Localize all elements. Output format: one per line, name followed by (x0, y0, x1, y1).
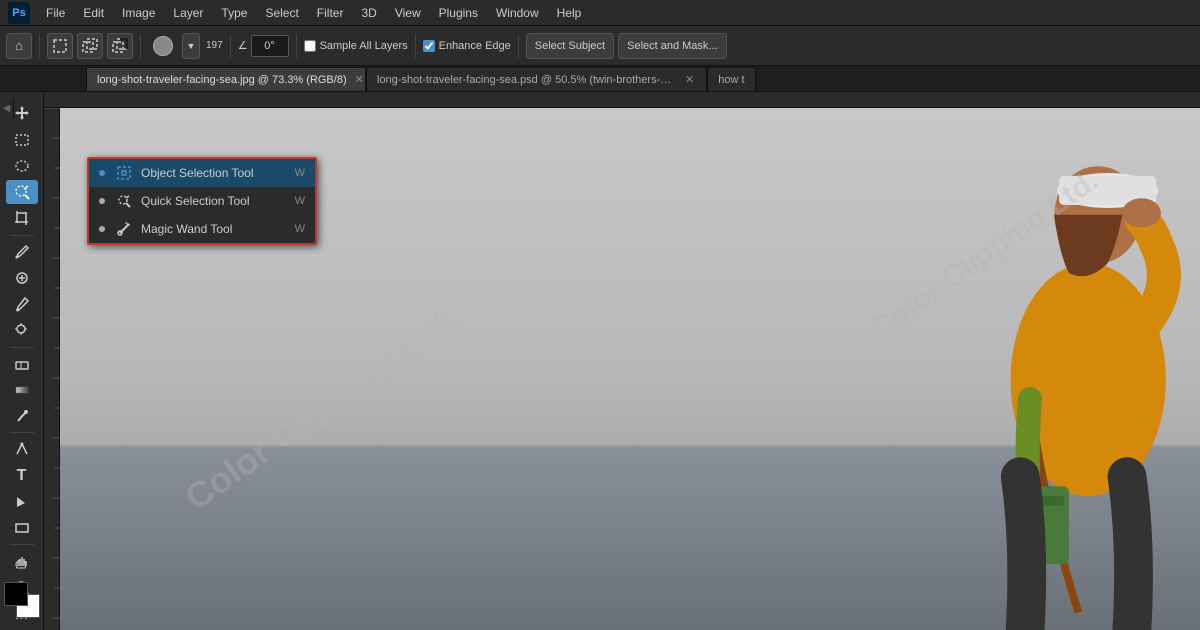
menu-3d[interactable]: 3D (353, 4, 384, 22)
foreground-swatch[interactable] (4, 582, 28, 606)
angle-control: ∠ (238, 35, 289, 57)
brush-size-value: 197 (206, 40, 223, 51)
menu-type[interactable]: Type (213, 4, 255, 22)
tool-sep-4 (10, 544, 34, 545)
flyout-quick-selection[interactable]: Quick Selection Tool W (89, 187, 315, 215)
tab-1[interactable]: long-shot-traveler-facing-sea.psd @ 50.5… (366, 67, 707, 91)
menu-edit[interactable]: Edit (75, 4, 112, 22)
menu-view[interactable]: View (387, 4, 429, 22)
brush-size-dropdown[interactable]: ▼ (182, 33, 200, 59)
tab-0[interactable]: long-shot-traveler-facing-sea.jpg @ 73.3… (86, 67, 366, 91)
menu-help[interactable]: Help (549, 4, 590, 22)
flyout-dot-1 (99, 198, 105, 204)
menu-filter[interactable]: Filter (309, 4, 352, 22)
tool-marquee[interactable] (6, 127, 38, 151)
tab-2-label: how t (718, 74, 744, 86)
tool-type[interactable]: T (6, 463, 38, 487)
flyout-magic-wand[interactable]: Magic Wand Tool W (89, 215, 315, 243)
tab-1-close[interactable]: ✕ (683, 72, 696, 87)
flyout-item-1-shortcut: W (295, 195, 305, 207)
tool-crop[interactable] (6, 206, 38, 230)
menu-window[interactable]: Window (488, 4, 547, 22)
tool-smudge[interactable] (6, 404, 38, 428)
tool-move[interactable] (6, 101, 38, 125)
tool-pen[interactable] (6, 437, 38, 461)
tool-flyout-menu: Object Selection Tool W Quick Selection … (87, 157, 317, 245)
flyout-item-0-shortcut: W (295, 167, 305, 179)
new-selection-btn[interactable] (47, 33, 73, 59)
separator-3 (230, 34, 231, 58)
brush-preview[interactable] (148, 31, 178, 61)
type-icon: T (17, 467, 27, 485)
separator-5 (415, 34, 416, 58)
sample-all-layers-checkbox[interactable]: Sample All Layers (304, 40, 408, 52)
tool-hand[interactable] (6, 549, 38, 573)
enhance-edge-label: Enhance Edge (439, 40, 511, 52)
flyout-dot-2 (99, 226, 105, 232)
menu-bar: Ps File Edit Image Layer Type Select Fil… (0, 0, 1200, 26)
menu-plugins[interactable]: Plugins (431, 4, 486, 22)
angle-icon: ∠ (238, 39, 248, 52)
angle-input[interactable] (251, 35, 289, 57)
flyout-item-2-shortcut: W (295, 223, 305, 235)
tool-sep-3 (10, 432, 34, 433)
menu-select[interactable]: Select (257, 4, 306, 22)
separator-4 (296, 34, 297, 58)
tool-healing[interactable] (6, 266, 38, 290)
tool-gradient[interactable] (6, 378, 38, 402)
tool-clone[interactable] (6, 318, 38, 342)
enhance-edge-checkbox[interactable]: Enhance Edge (423, 40, 511, 52)
ruler-vertical (44, 108, 60, 630)
separator-1 (39, 34, 40, 58)
person-svg (860, 108, 1200, 630)
tool-path-select[interactable] (6, 490, 38, 514)
tab-2[interactable]: how t (707, 67, 755, 91)
flyout-item-1-label: Quick Selection Tool (141, 194, 250, 208)
sample-all-layers-input[interactable] (304, 40, 316, 52)
quick-selection-icon (115, 192, 133, 210)
menu-layer[interactable]: Layer (165, 4, 211, 22)
tool-shape[interactable] (6, 516, 38, 540)
flyout-item-0-label: Object Selection Tool (141, 166, 254, 180)
color-swatches (4, 582, 40, 622)
tool-sep-1 (10, 235, 34, 236)
tool-quick-selection[interactable] (6, 180, 38, 204)
select-subject-label: Select Subject (535, 40, 605, 52)
tab-0-close[interactable]: ✕ (353, 72, 366, 87)
menu-image[interactable]: Image (114, 4, 163, 22)
tool-sep-2 (10, 347, 34, 348)
home-button[interactable]: ⌂ (6, 33, 32, 59)
app-logo: Ps (8, 2, 30, 24)
tab-0-label: long-shot-traveler-facing-sea.jpg @ 73.3… (97, 74, 347, 86)
toolbar: ◀ (0, 92, 44, 630)
tool-eyedropper[interactable] (6, 239, 38, 263)
tool-lasso[interactable] (6, 154, 38, 178)
magic-wand-icon (115, 220, 133, 238)
subtract-selection-btn[interactable] (107, 33, 133, 59)
select-and-mask-button[interactable]: Select and Mask... (618, 33, 727, 59)
tool-eraser[interactable] (6, 351, 38, 375)
separator-2 (140, 34, 141, 58)
menu-file[interactable]: File (38, 4, 73, 22)
enhance-edge-input[interactable] (423, 40, 435, 52)
add-selection-btn[interactable] (77, 33, 103, 59)
ruler-horizontal: -50 0 50 100 150 200 250 300 350 400 450… (44, 92, 1200, 108)
select-subject-button[interactable]: Select Subject (526, 33, 614, 59)
tab-1-label: long-shot-traveler-facing-sea.psd @ 50.5… (377, 74, 677, 86)
flyout-object-selection[interactable]: Object Selection Tool W (89, 159, 315, 187)
options-bar: ⌂ ▼ 197 ∠ Sample All Layers (0, 26, 1200, 66)
flyout-dot-0 (99, 170, 105, 176)
separator-6 (518, 34, 519, 58)
tab-bar: long-shot-traveler-facing-sea.jpg @ 73.3… (0, 66, 1200, 92)
select-and-mask-label: Select and Mask... (627, 40, 718, 52)
tool-brush[interactable] (6, 292, 38, 316)
flyout-item-2-label: Magic Wand Tool (141, 222, 232, 236)
object-selection-icon (115, 164, 133, 182)
sample-all-layers-label: Sample All Layers (320, 40, 408, 52)
